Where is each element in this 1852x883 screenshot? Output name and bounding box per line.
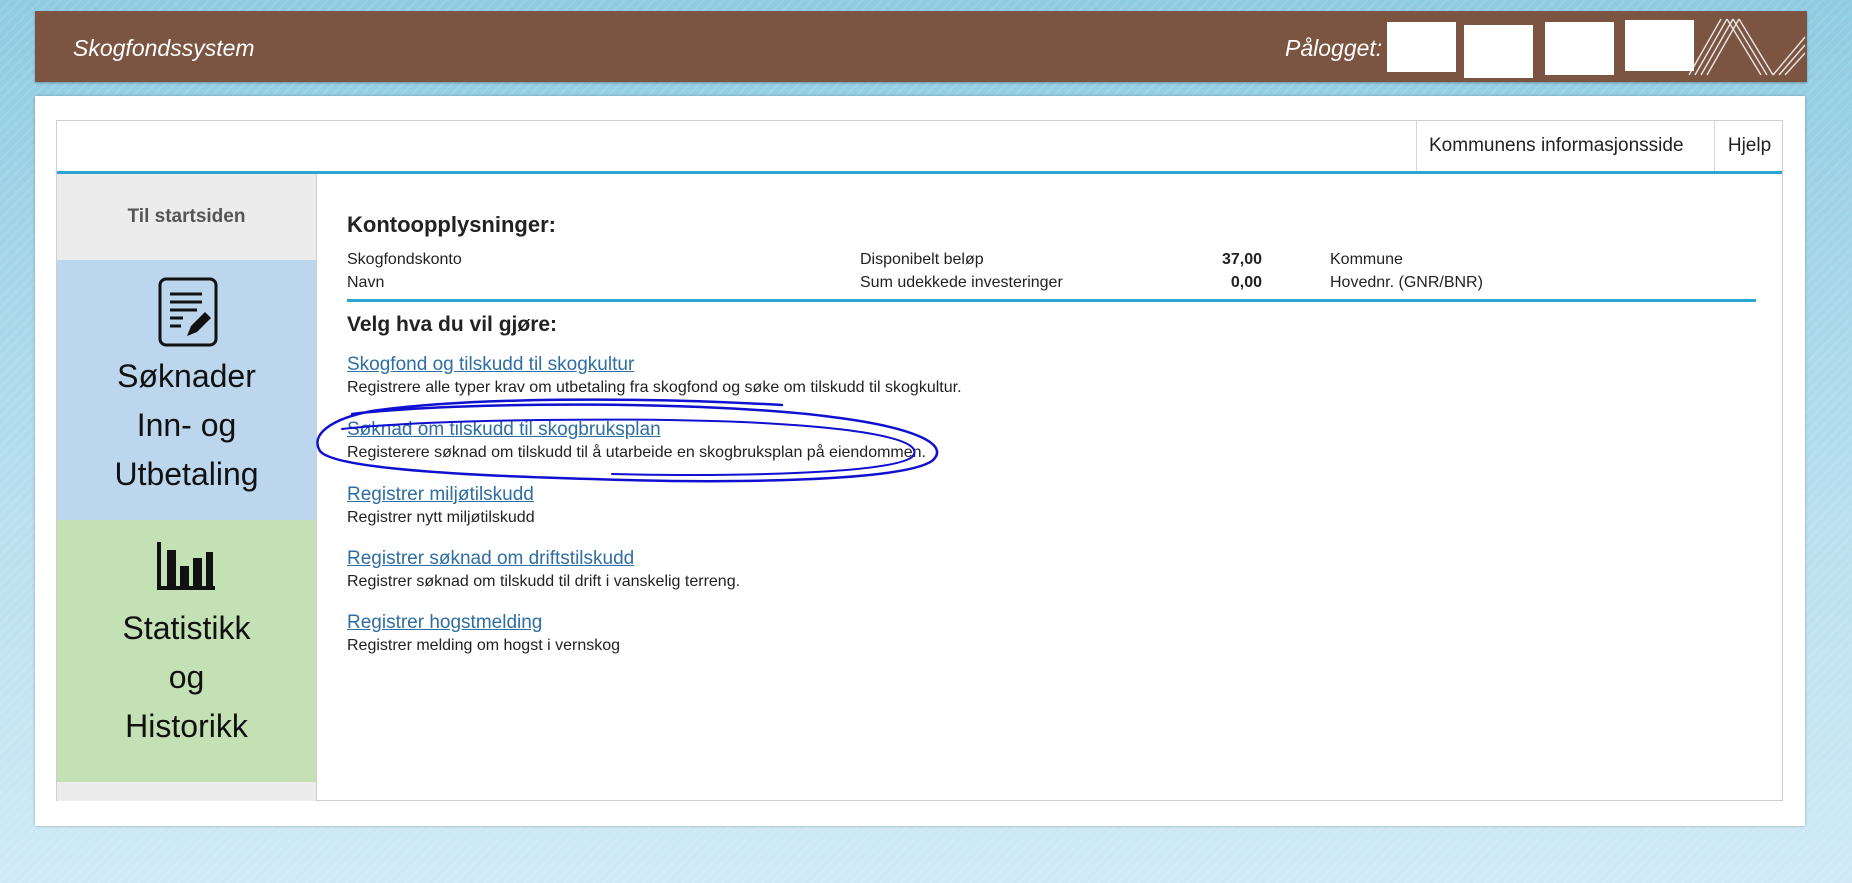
action-desc: Registerere søknad om tilskudd til å uta… [347,444,926,461]
actions-title: Velg hva du vil gjøre: [347,313,558,336]
action-link-forest-fund[interactable]: Skogfond og tilskudd til skogkultur [347,354,634,376]
sidebar-item-applications[interactable]: Søknader Inn- og Utbetaling [57,260,316,520]
app-header: Skogfondssystem Pålogget: [35,11,1807,82]
applications-line-1: Søknader [117,358,256,394]
redacted-block [1625,20,1694,71]
municipality-info-link[interactable]: Kommunens informasjonsside [1416,121,1714,171]
app-title: Skogfondssystem [73,35,255,61]
account-title: Kontoopplysninger: [347,212,556,237]
statistics-line-3: Historikk [125,708,248,744]
help-link[interactable]: Hjelp [1714,121,1784,171]
content-panel: Kommunens informasjonsside Hjelp Til sta… [35,96,1805,826]
applications-line-3: Utbetaling [114,456,259,492]
action-desc: Registrer søknad om tilskudd til drift i… [347,573,741,590]
start-page-link[interactable]: Til startsiden [57,174,316,260]
sidebar-item-statistics[interactable]: Statistikk og Historikk [57,520,316,782]
action-desc: Registrer nytt miljøtilskudd [347,509,535,526]
main-frame: Kommunens informasjonsside Hjelp Til sta… [56,120,1783,801]
bar-chart-icon [157,542,215,590]
action-link-operations[interactable]: Registrer søknad om driftstilskudd [347,548,634,570]
applications-line-2: Inn- og [136,407,237,443]
top-navigation: Kommunens informasjonsside Hjelp [57,121,1782,174]
redacted-block [1387,22,1456,72]
agency-logo-icon [1688,18,1806,76]
account-metric: Disponibelt beløp [860,251,984,268]
statistics-line-1: Statistikk [122,610,251,646]
account-label: Skogfondskonto [347,251,462,268]
action-link-logging[interactable]: Registrer hogstmelding [347,612,542,634]
account-extra: Kommune [1330,251,1403,268]
sidebar: Til startsiden Søknader Inn- og Utbetali… [57,174,317,801]
action-desc: Registrere alle typer krav om utbetaling… [347,379,962,396]
action-link-forest-plan[interactable]: Søknad om tilskudd til skogbruksplan [347,419,661,441]
account-metric: Sum udekkede investeringer [860,274,1063,291]
action-desc: Registrer melding om hogst i vernskog [347,637,621,654]
account-label: Navn [347,274,385,291]
redacted-block [1545,22,1614,75]
statistics-line-2: og [168,659,205,695]
redacted-block [1464,25,1533,78]
document-edit-icon [158,277,218,347]
account-extra: Hovednr. (GNR/BNR) [1330,274,1483,291]
account-value: 0,00 [1230,274,1262,291]
account-value: 37,00 [1221,251,1262,268]
account-divider [347,299,1756,302]
login-label: Pålogget: [1285,35,1383,61]
action-link-environment[interactable]: Registrer miljøtilskudd [347,484,534,506]
